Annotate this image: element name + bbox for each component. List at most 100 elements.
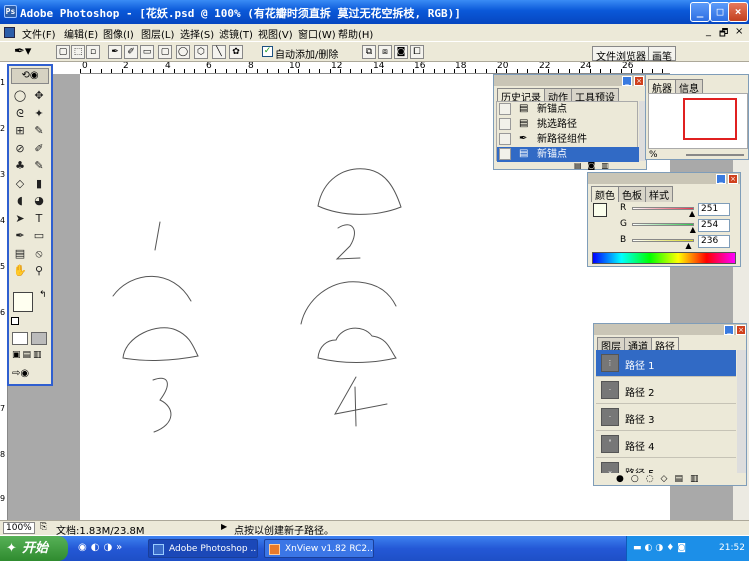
rectangle-shape-icon[interactable]: ▭: [31, 228, 47, 243]
screen-mode-icon[interactable]: ▣▤▥: [12, 350, 48, 362]
swap-colors-icon[interactable]: ↰: [39, 290, 47, 300]
history-snapshot-checkbox[interactable]: [499, 118, 511, 130]
color-fg-swatch[interactable]: [593, 203, 607, 217]
brush-icon[interactable]: ✐: [31, 141, 47, 156]
doc-minimize-button[interactable]: _: [706, 26, 711, 37]
hand-icon[interactable]: ✋: [12, 263, 28, 278]
stamp-icon[interactable]: ♣: [12, 158, 28, 173]
zoom-icon[interactable]: ⚲: [31, 263, 47, 278]
rectangle-icon[interactable]: ▭: [140, 45, 154, 59]
tab-color[interactable]: 颜色: [591, 186, 619, 202]
menu-edit[interactable]: 编辑(E): [64, 26, 98, 41]
default-colors-icon[interactable]: [11, 317, 19, 325]
fill-pixels-icon[interactable]: ▫: [86, 45, 100, 59]
toolbox-header-icon[interactable]: ⟲◉: [11, 68, 49, 84]
marquee-icon[interactable]: ◯: [12, 88, 28, 103]
pen-tool-preset-icon[interactable]: ✒▾: [14, 44, 31, 59]
dodge-icon[interactable]: ◕: [31, 193, 47, 208]
blur-icon[interactable]: ◖: [12, 193, 28, 208]
jump-to-imageready-icon[interactable]: ⇨◉: [12, 368, 48, 382]
navigator-view-box[interactable]: [683, 98, 737, 140]
tab-swatches[interactable]: 色板: [618, 186, 646, 202]
magic-wand-icon[interactable]: ✦: [31, 106, 47, 121]
menu-filter[interactable]: 滤镜(T): [219, 26, 253, 41]
history-item[interactable]: ✒ 新路径组件: [497, 132, 639, 147]
tab-styles[interactable]: 样式: [645, 186, 673, 202]
pen-icon[interactable]: ✒: [12, 228, 28, 243]
channel-value-input[interactable]: 254: [698, 219, 730, 232]
channel-slider-thumb-icon[interactable]: ▲: [685, 241, 691, 250]
path-item[interactable]: · 路径 3: [596, 404, 736, 431]
crop-icon[interactable]: ⊞: [12, 123, 28, 138]
tray-icons[interactable]: ▬◐◑♦◙: [633, 543, 689, 553]
channel-value-input[interactable]: 251: [698, 203, 730, 216]
tab-file-browser[interactable]: 文件浏览器: [592, 46, 650, 63]
menu-window[interactable]: 窗口(W): [298, 26, 336, 41]
type-icon[interactable]: T: [31, 211, 47, 226]
menu-layer[interactable]: 图层(L): [141, 26, 174, 41]
task-xnview[interactable]: XnView v1.82 RC2...: [264, 539, 374, 558]
doc-info-icon[interactable]: ⎘: [40, 522, 47, 532]
channel-slider[interactable]: [632, 207, 694, 210]
quick-mask-icon[interactable]: [31, 332, 47, 345]
standard-mode-icon[interactable]: [12, 332, 28, 345]
quick-launch-icons[interactable]: ◉◐◑»: [78, 542, 126, 553]
paths-scrollbar[interactable]: [737, 350, 746, 473]
panel-minimize-icon[interactable]: _: [622, 76, 632, 86]
history-item-selected[interactable]: ▤ 新锚点: [497, 147, 639, 162]
menu-image[interactable]: 图像(I): [103, 26, 134, 41]
foreground-color-swatch[interactable]: [13, 292, 33, 312]
path-item[interactable]: ˚ 路径 4: [596, 431, 736, 458]
start-button[interactable]: ✦ 开始: [0, 536, 68, 561]
maximize-button[interactable]: □: [710, 2, 730, 22]
menu-select[interactable]: 选择(S): [180, 26, 214, 41]
path-subtract-icon[interactable]: ⧈: [378, 45, 392, 59]
path-add-icon[interactable]: ⧉: [362, 45, 376, 59]
history-snapshot-checkbox[interactable]: [499, 103, 511, 115]
panel-close-icon[interactable]: ×: [728, 174, 738, 184]
color-ramp[interactable]: [592, 252, 736, 264]
close-button[interactable]: ×: [728, 2, 748, 22]
path-item[interactable]: ⌄ 路径 5: [596, 458, 736, 473]
path-item-selected[interactable]: ⋮ 路径 1: [596, 350, 736, 377]
notes-icon[interactable]: ▤: [12, 246, 28, 261]
panel-minimize-icon[interactable]: _: [724, 325, 734, 335]
path-item[interactable]: · 路径 2: [596, 377, 736, 404]
minimize-button[interactable]: _: [690, 2, 710, 22]
navigator-preview[interactable]: [648, 93, 748, 149]
eraser-icon[interactable]: ◇: [12, 176, 28, 191]
lasso-icon[interactable]: ᘓ: [12, 106, 28, 121]
rounded-rectangle-icon[interactable]: ▢: [158, 45, 172, 59]
gradient-icon[interactable]: ▮: [31, 176, 47, 191]
freeform-pen-icon[interactable]: ✐: [124, 45, 138, 59]
ellipse-icon[interactable]: ◯: [176, 45, 190, 59]
path-intersect-icon[interactable]: ◙: [394, 45, 408, 59]
doc-close-button[interactable]: ×: [735, 26, 743, 37]
menu-help[interactable]: 帮助(H): [338, 26, 373, 41]
eyedropper-icon[interactable]: ⦸: [31, 246, 47, 261]
slice-icon[interactable]: ✎: [31, 123, 47, 138]
auto-add-delete-checkbox[interactable]: ✓: [262, 46, 273, 57]
pen-icon[interactable]: ✒: [108, 45, 122, 59]
history-brush-icon[interactable]: ✎: [31, 158, 47, 173]
navigator-zoom-slider[interactable]: [686, 154, 744, 156]
panel-close-icon[interactable]: ×: [634, 76, 644, 86]
move-icon[interactable]: ✥: [31, 88, 47, 103]
custom-shape-icon[interactable]: ✿: [229, 45, 243, 59]
panel-minimize-icon[interactable]: _: [716, 174, 726, 184]
menu-file[interactable]: 文件(F): [22, 26, 56, 41]
document-icon[interactable]: [4, 27, 15, 38]
channel-slider-thumb-icon[interactable]: ▲: [690, 225, 696, 234]
status-arrow-icon[interactable]: ▶: [221, 522, 227, 531]
path-exclude-icon[interactable]: ⧠: [410, 45, 424, 59]
channel-value-input[interactable]: 236: [698, 235, 730, 248]
history-snapshot-checkbox[interactable]: [499, 148, 511, 160]
channel-slider-thumb-icon[interactable]: ▲: [689, 209, 695, 218]
history-footer-icons[interactable]: ▤◙▥: [574, 161, 615, 170]
line-icon[interactable]: ╲: [212, 45, 226, 59]
navigator-zoom[interactable]: %: [649, 150, 658, 160]
polygon-icon[interactable]: ⬡: [194, 45, 208, 59]
menu-view[interactable]: 视图(V): [258, 26, 293, 41]
task-photoshop[interactable]: Adobe Photoshop ...: [148, 539, 258, 558]
zoom-field[interactable]: 100%: [3, 522, 35, 534]
